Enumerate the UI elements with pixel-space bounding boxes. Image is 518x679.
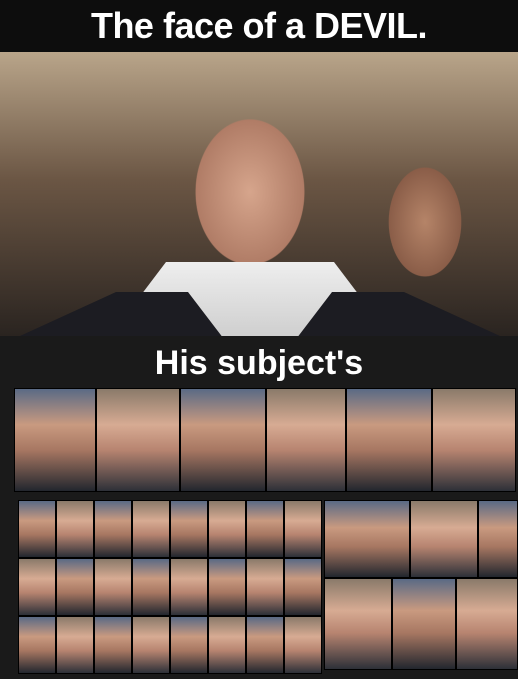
portrait-photo [180,388,266,492]
portrait-photo [18,558,56,616]
portrait-photo [392,578,456,670]
portrait-photo [132,500,170,558]
portrait-photo [170,616,208,674]
portrait-photo [56,616,94,674]
portrait-photo [18,616,56,674]
portrait-photo [266,388,346,492]
portrait-photo [56,500,94,558]
portrait-photo [14,388,96,492]
portrait-photo [324,578,392,670]
portrait-photo [208,558,246,616]
portrait-photo [284,616,322,674]
portrait-photo [208,500,246,558]
portrait-photo [94,500,132,558]
portrait-photo [456,578,518,670]
meme-image: The face of a DEVIL. His subject's [0,0,518,679]
portrait-photo [246,558,284,616]
portrait-photo [132,616,170,674]
portrait-photo [132,558,170,616]
portrait-photo [284,558,322,616]
portrait-photo [246,500,284,558]
portrait-photo [284,500,322,558]
portrait-photo [94,616,132,674]
meme-subtitle: His subject's [154,344,364,382]
portrait-photo [432,388,516,492]
portrait-photo [478,500,518,578]
hero-photo [0,52,518,336]
portrait-photo [94,558,132,616]
portrait-photo [170,558,208,616]
portrait-photo [170,500,208,558]
portrait-photo [18,500,56,558]
portrait-photo [410,500,478,578]
portrait-photo [246,616,284,674]
portrait-photo [56,558,94,616]
meme-title: The face of a DEVIL. [0,0,518,52]
portrait-photo [208,616,246,674]
portrait-photo [346,388,432,492]
portrait-photo [324,500,410,578]
portrait-photo [96,388,180,492]
